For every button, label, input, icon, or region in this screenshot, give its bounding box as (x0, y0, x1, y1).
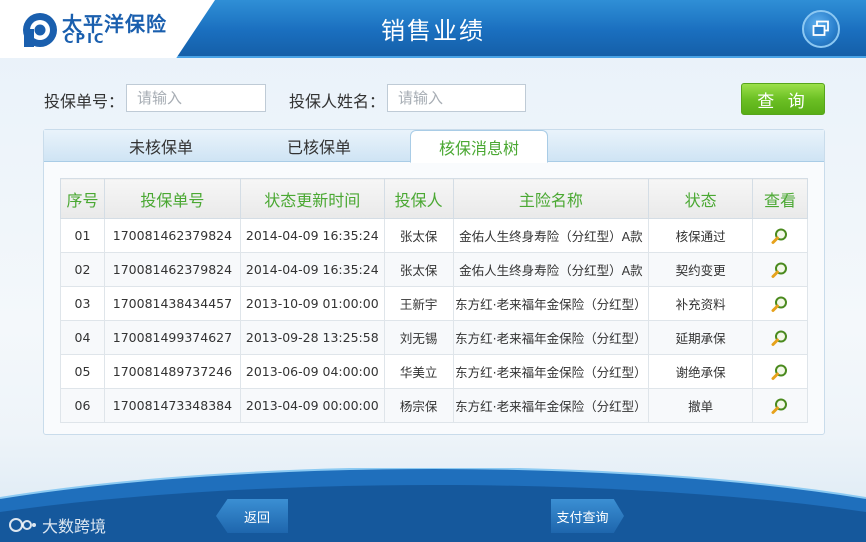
cell-index: 05 (60, 354, 105, 389)
cell-product-name: 东方红·老来福年金保险（分红型） (452, 388, 650, 423)
cell-policy-holder: 华美立 (383, 354, 454, 389)
watermark: 大数跨境 (8, 513, 106, 537)
cell-update-time: 2014-04-09 16:35:24 (239, 218, 385, 253)
cell-policy-holder: 张太保 (383, 218, 454, 253)
footer-wave-decoration (0, 468, 866, 542)
watermark-logo-icon (9, 518, 36, 532)
cell-product-name: 东方红·老来福年金保险（分红型） (452, 320, 650, 355)
magnifier-icon[interactable] (771, 227, 789, 245)
header-index: 序号 (60, 178, 105, 219)
cell-status: 撤单 (648, 388, 754, 423)
table-row[interactable]: 05 170081489737246 2013-06-09 04:00:00 华… (60, 354, 808, 389)
magnifier-icon[interactable] (771, 363, 789, 381)
table-header-row: 序号 投保单号 状态更新时间 投保人 主险名称 状态 查看 (60, 178, 808, 219)
table-row[interactable]: 02 170081462379824 2014-04-09 16:35:24 张… (60, 252, 808, 287)
cell-policy-holder: 杨宗保 (383, 388, 454, 423)
page-title: 销售业绩 (381, 17, 485, 45)
cell-index: 04 (60, 320, 105, 355)
header-status: 状态 (648, 178, 754, 219)
orders-table: 序号 投保单号 状态更新时间 投保人 主险名称 状态 查看 01 1700814… (60, 178, 808, 423)
cell-policy-holder: 王新宇 (383, 286, 454, 321)
cell-policy-number: 170081489737246 (103, 354, 241, 389)
query-button[interactable]: 查 询 (741, 83, 825, 115)
magnifier-icon[interactable] (771, 261, 789, 279)
cell-policy-number: 170081438434457 (103, 286, 241, 321)
cell-index: 06 (60, 388, 105, 423)
magnifier-icon[interactable] (771, 295, 789, 313)
restore-window-icon (812, 20, 829, 36)
cell-view[interactable] (752, 252, 808, 287)
tab-review-message-tree[interactable]: 核保消息树 (410, 130, 548, 163)
window-toggle-button[interactable] (802, 10, 840, 48)
tab-bar: 未核保单 已核保单 核保消息树 (44, 130, 824, 163)
table-row[interactable]: 01 170081462379824 2014-04-09 16:35:24 张… (60, 218, 808, 253)
cell-product-name: 金佑人生终身寿险（分红型）A款 (452, 218, 650, 253)
table-row[interactable]: 04 170081499374627 2013-09-28 13:25:58 刘… (60, 320, 808, 355)
cell-view[interactable] (752, 354, 808, 389)
header-policy-number: 投保单号 (103, 178, 241, 219)
header-view: 查看 (752, 178, 808, 219)
cell-index: 03 (60, 286, 105, 321)
back-button[interactable]: 返回 (216, 499, 288, 533)
cell-index: 01 (60, 218, 105, 253)
cell-policy-number: 170081499374627 (103, 320, 241, 355)
cell-policy-number: 170081473348384 (103, 388, 241, 423)
cell-view[interactable] (752, 218, 808, 253)
cell-update-time: 2013-10-09 01:00:00 (239, 286, 385, 321)
table-row[interactable]: 03 170081438434457 2013-10-09 01:00:00 王… (60, 286, 808, 321)
cell-policy-number: 170081462379824 (103, 218, 241, 253)
cell-policy-holder: 张太保 (383, 252, 454, 287)
cell-status: 契约变更 (648, 252, 754, 287)
cell-policy-holder: 刘无锡 (383, 320, 454, 355)
header-update-time: 状态更新时间 (239, 178, 385, 219)
cell-view[interactable] (752, 388, 808, 423)
cell-policy-number: 170081462379824 (103, 252, 241, 287)
table-row[interactable]: 06 170081473348384 2013-04-09 00:00:00 杨… (60, 388, 808, 423)
cell-product-name: 金佑人生终身寿险（分红型）A款 (452, 252, 650, 287)
cell-product-name: 东方红·老来福年金保险（分红型） (452, 286, 650, 321)
cell-view[interactable] (752, 320, 808, 355)
cell-update-time: 2014-04-09 16:35:24 (239, 252, 385, 287)
cell-status: 核保通过 (648, 218, 754, 253)
policy-number-label: 投保单号： (44, 92, 125, 111)
header-product-name: 主险名称 (452, 178, 650, 219)
app-header: 太平洋保险 CPIC 销售业绩 (0, 0, 866, 58)
cell-index: 02 (60, 252, 105, 287)
magnifier-icon[interactable] (771, 329, 789, 347)
payment-query-button[interactable]: 支付查询 (551, 499, 624, 533)
tab-unreviewed[interactable]: 未核保单 (96, 130, 226, 162)
cell-update-time: 2013-09-28 13:25:58 (239, 320, 385, 355)
cell-product-name: 东方红·老来福年金保险（分红型） (452, 354, 650, 389)
policy-number-input[interactable] (126, 84, 266, 112)
watermark-text: 大数跨境 (42, 517, 107, 536)
cell-status: 延期承保 (648, 320, 754, 355)
cell-status: 补充资料 (648, 286, 754, 321)
tab-reviewed[interactable]: 已核保单 (254, 130, 384, 162)
header-policy-holder: 投保人 (383, 178, 454, 219)
policy-holder-label: 投保人姓名： (289, 92, 386, 111)
cell-view[interactable] (752, 286, 808, 321)
magnifier-icon[interactable] (771, 397, 789, 415)
cell-status: 谢绝承保 (648, 354, 754, 389)
cell-update-time: 2013-04-09 00:00:00 (239, 388, 385, 423)
policy-holder-input[interactable] (387, 84, 526, 112)
results-panel: 未核保单 已核保单 核保消息树 序号 投保单号 状态更新时间 投保人 主险名称 … (43, 129, 825, 435)
cell-update-time: 2013-06-09 04:00:00 (239, 354, 385, 389)
